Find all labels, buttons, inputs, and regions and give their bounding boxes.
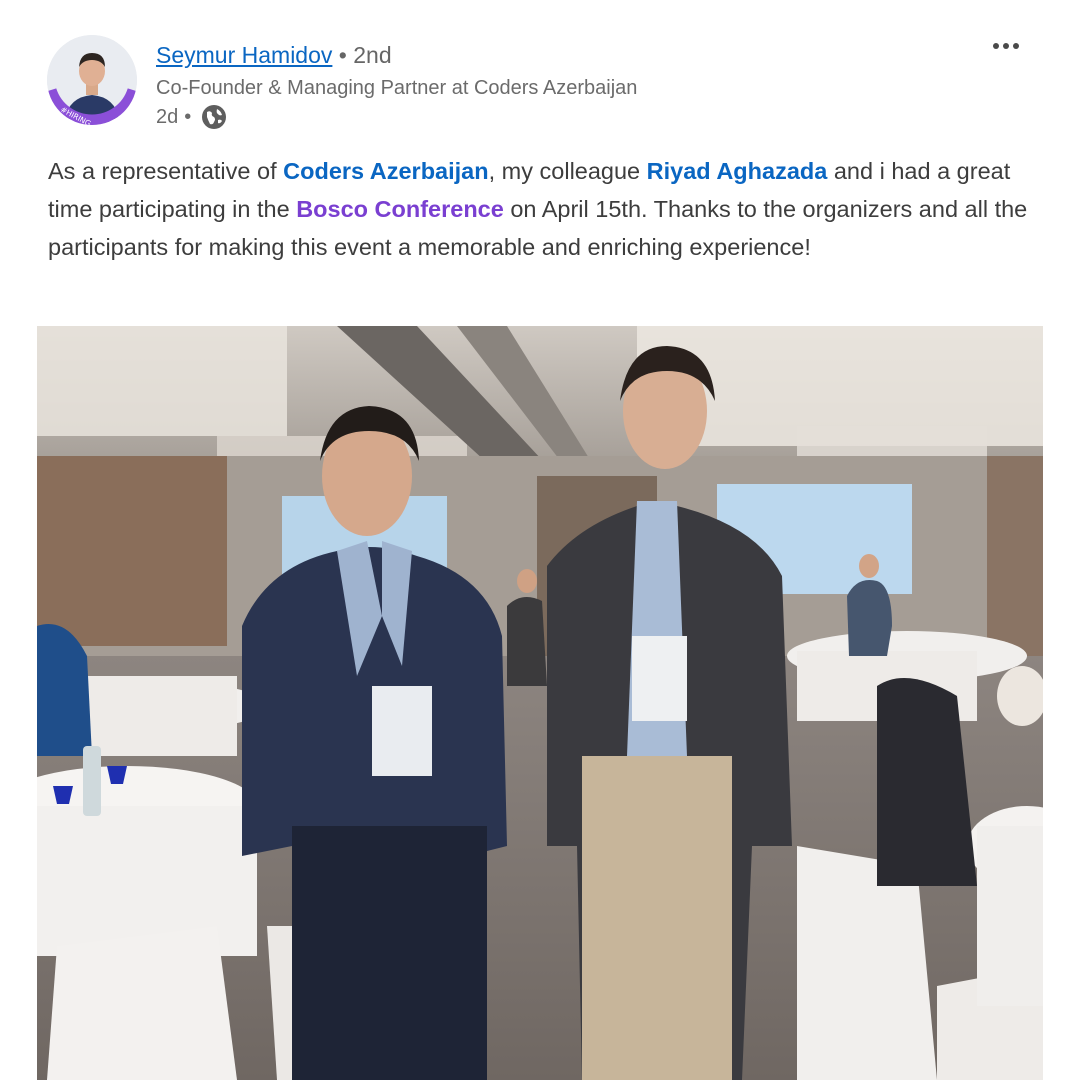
degree-separator: • [332, 42, 354, 68]
post-meta: 2d • [156, 103, 227, 131]
globe-icon [201, 104, 227, 130]
more-options-button[interactable] [988, 34, 1024, 58]
post-time[interactable]: 2d [156, 103, 178, 131]
post-text-segment: , my colleague [488, 158, 647, 184]
avatar-photo: #HIRING [47, 35, 137, 125]
post-image[interactable] [37, 326, 1043, 1080]
author-name-link[interactable]: Seymur Hamidov [156, 42, 332, 68]
author-line: Seymur Hamidov • 2nd [156, 40, 392, 70]
post-header: #HIRING Seymur Hamidov • 2nd Co-Founder … [0, 0, 1080, 140]
mention-bosco-conference[interactable]: Bosco Conference [296, 196, 504, 222]
time-separator: • [184, 106, 192, 128]
post-text: As a representative of Coders Azerbaijan… [48, 152, 1038, 266]
more-horizontal-icon [993, 43, 1019, 49]
author-avatar[interactable]: #HIRING [47, 35, 137, 125]
mention-riyad-aghazada[interactable]: Riyad Aghazada [647, 158, 828, 184]
conference-photo [37, 326, 1043, 1080]
post-text-segment: As a representative of [48, 158, 284, 184]
connection-degree: 2nd [353, 42, 392, 68]
mention-coders-azerbaijan[interactable]: Coders Azerbaijan [283, 158, 488, 184]
author-headline: Co-Founder & Managing Partner at Coders … [156, 77, 638, 99]
